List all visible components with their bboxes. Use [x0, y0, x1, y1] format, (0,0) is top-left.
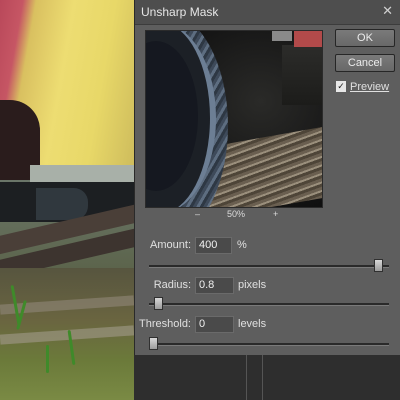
weed-image: [46, 345, 49, 373]
exhaust-pipe-image: [36, 188, 88, 220]
zoom-controls: – 50% +: [145, 209, 321, 223]
radius-slider-thumb[interactable]: [154, 297, 163, 310]
preview-red-paint: [294, 31, 322, 47]
threshold-unit: levels: [238, 318, 267, 330]
preview-label[interactable]: Preview: [350, 81, 389, 93]
zoom-in-button[interactable]: +: [273, 209, 278, 219]
amount-unit: %: [237, 239, 247, 251]
cancel-button[interactable]: Cancel: [335, 54, 395, 72]
preview-metal: [272, 31, 292, 41]
dialog-titlebar[interactable]: Unsharp Mask ✕: [135, 0, 400, 25]
dialog-title: Unsharp Mask: [141, 5, 219, 19]
threshold-slider-thumb[interactable]: [149, 337, 158, 350]
zoom-level: 50%: [227, 209, 246, 219]
radius-slider-track[interactable]: [149, 303, 389, 306]
threshold-label: Threshold:: [139, 318, 191, 330]
panel-divider: [246, 355, 247, 400]
workspace-background: [134, 355, 400, 400]
ok-button[interactable]: OK: [335, 29, 395, 47]
preview-shadow-area: [282, 45, 322, 105]
unsharp-mask-dialog: Unsharp Mask ✕ – 50% + OK Cancel ✓ Previ…: [134, 0, 400, 355]
photo-editor-window: Unsharp Mask ✕ – 50% + OK Cancel ✓ Previ…: [0, 0, 400, 400]
close-icon[interactable]: ✕: [382, 3, 393, 19]
radius-input[interactable]: 0.8: [195, 277, 234, 294]
threshold-input[interactable]: 0: [195, 316, 234, 333]
amount-slider-track[interactable]: [149, 265, 389, 268]
background-photo: [0, 0, 134, 400]
radius-unit: pixels: [238, 279, 267, 291]
panel-divider: [262, 355, 263, 400]
preview-image[interactable]: [145, 30, 323, 208]
zoom-out-button[interactable]: –: [195, 209, 200, 219]
amount-label: Amount:: [150, 239, 191, 251]
preview-checkbox[interactable]: ✓: [336, 81, 346, 92]
threshold-slider-track[interactable]: [149, 343, 389, 346]
radius-label: Radius:: [153, 279, 191, 291]
amount-input[interactable]: 400: [195, 237, 232, 254]
amount-slider-thumb[interactable]: [374, 259, 383, 272]
checkmark-icon: ✓: [337, 81, 345, 91]
